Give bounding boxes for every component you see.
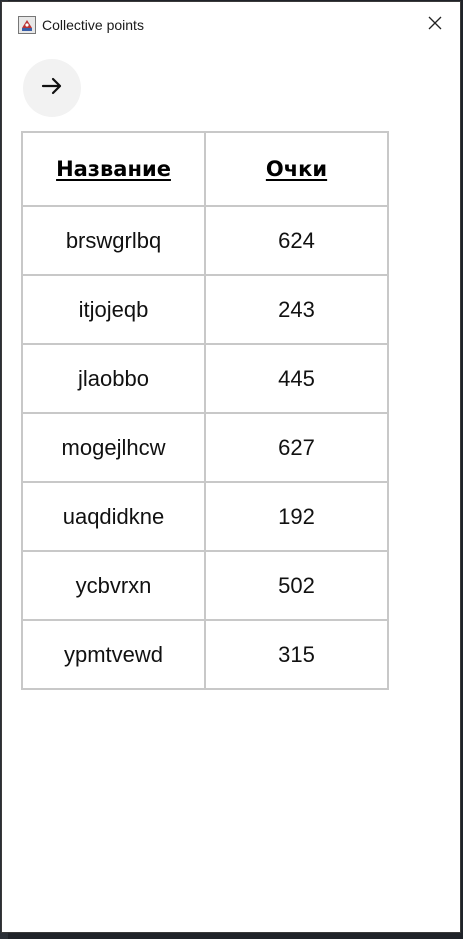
- table-row[interactable]: ypmtvewd 315: [22, 620, 388, 689]
- table-row[interactable]: brswgrlbq 624: [22, 206, 388, 275]
- table-row[interactable]: itjojeqb 243: [22, 275, 388, 344]
- cell-name: ypmtvewd: [22, 620, 205, 689]
- arrow-right-icon: [41, 76, 63, 101]
- table-header-row: Название Очки: [22, 132, 388, 206]
- column-header-name[interactable]: Название: [22, 132, 205, 206]
- table-row[interactable]: jlaobbo 445: [22, 344, 388, 413]
- app-window: Collective points Название Очки brswgrlb: [1, 1, 461, 933]
- table-row[interactable]: mogejlhcw 627: [22, 413, 388, 482]
- cell-name: jlaobbo: [22, 344, 205, 413]
- cell-name: itjojeqb: [22, 275, 205, 344]
- cell-points: 627: [205, 413, 388, 482]
- window-title: Collective points: [42, 17, 144, 33]
- cell-name: uaqdidkne: [22, 482, 205, 551]
- cell-name: ycbvrxn: [22, 551, 205, 620]
- table-row[interactable]: ycbvrxn 502: [22, 551, 388, 620]
- close-button[interactable]: [420, 10, 450, 40]
- cell-name: brswgrlbq: [22, 206, 205, 275]
- cell-points: 502: [205, 551, 388, 620]
- cell-points: 192: [205, 482, 388, 551]
- points-table: Название Очки brswgrlbq 624 itjojeqb 243…: [21, 131, 389, 690]
- table-row[interactable]: uaqdidkne 192: [22, 482, 388, 551]
- close-icon: [428, 16, 442, 35]
- column-header-points[interactable]: Очки: [205, 132, 388, 206]
- cell-points: 315: [205, 620, 388, 689]
- java-app-icon: [18, 16, 36, 34]
- forward-button[interactable]: [23, 59, 81, 117]
- title-bar: Collective points: [2, 2, 460, 48]
- cell-points: 243: [205, 275, 388, 344]
- cell-name: mogejlhcw: [22, 413, 205, 482]
- cell-points: 445: [205, 344, 388, 413]
- cell-points: 624: [205, 206, 388, 275]
